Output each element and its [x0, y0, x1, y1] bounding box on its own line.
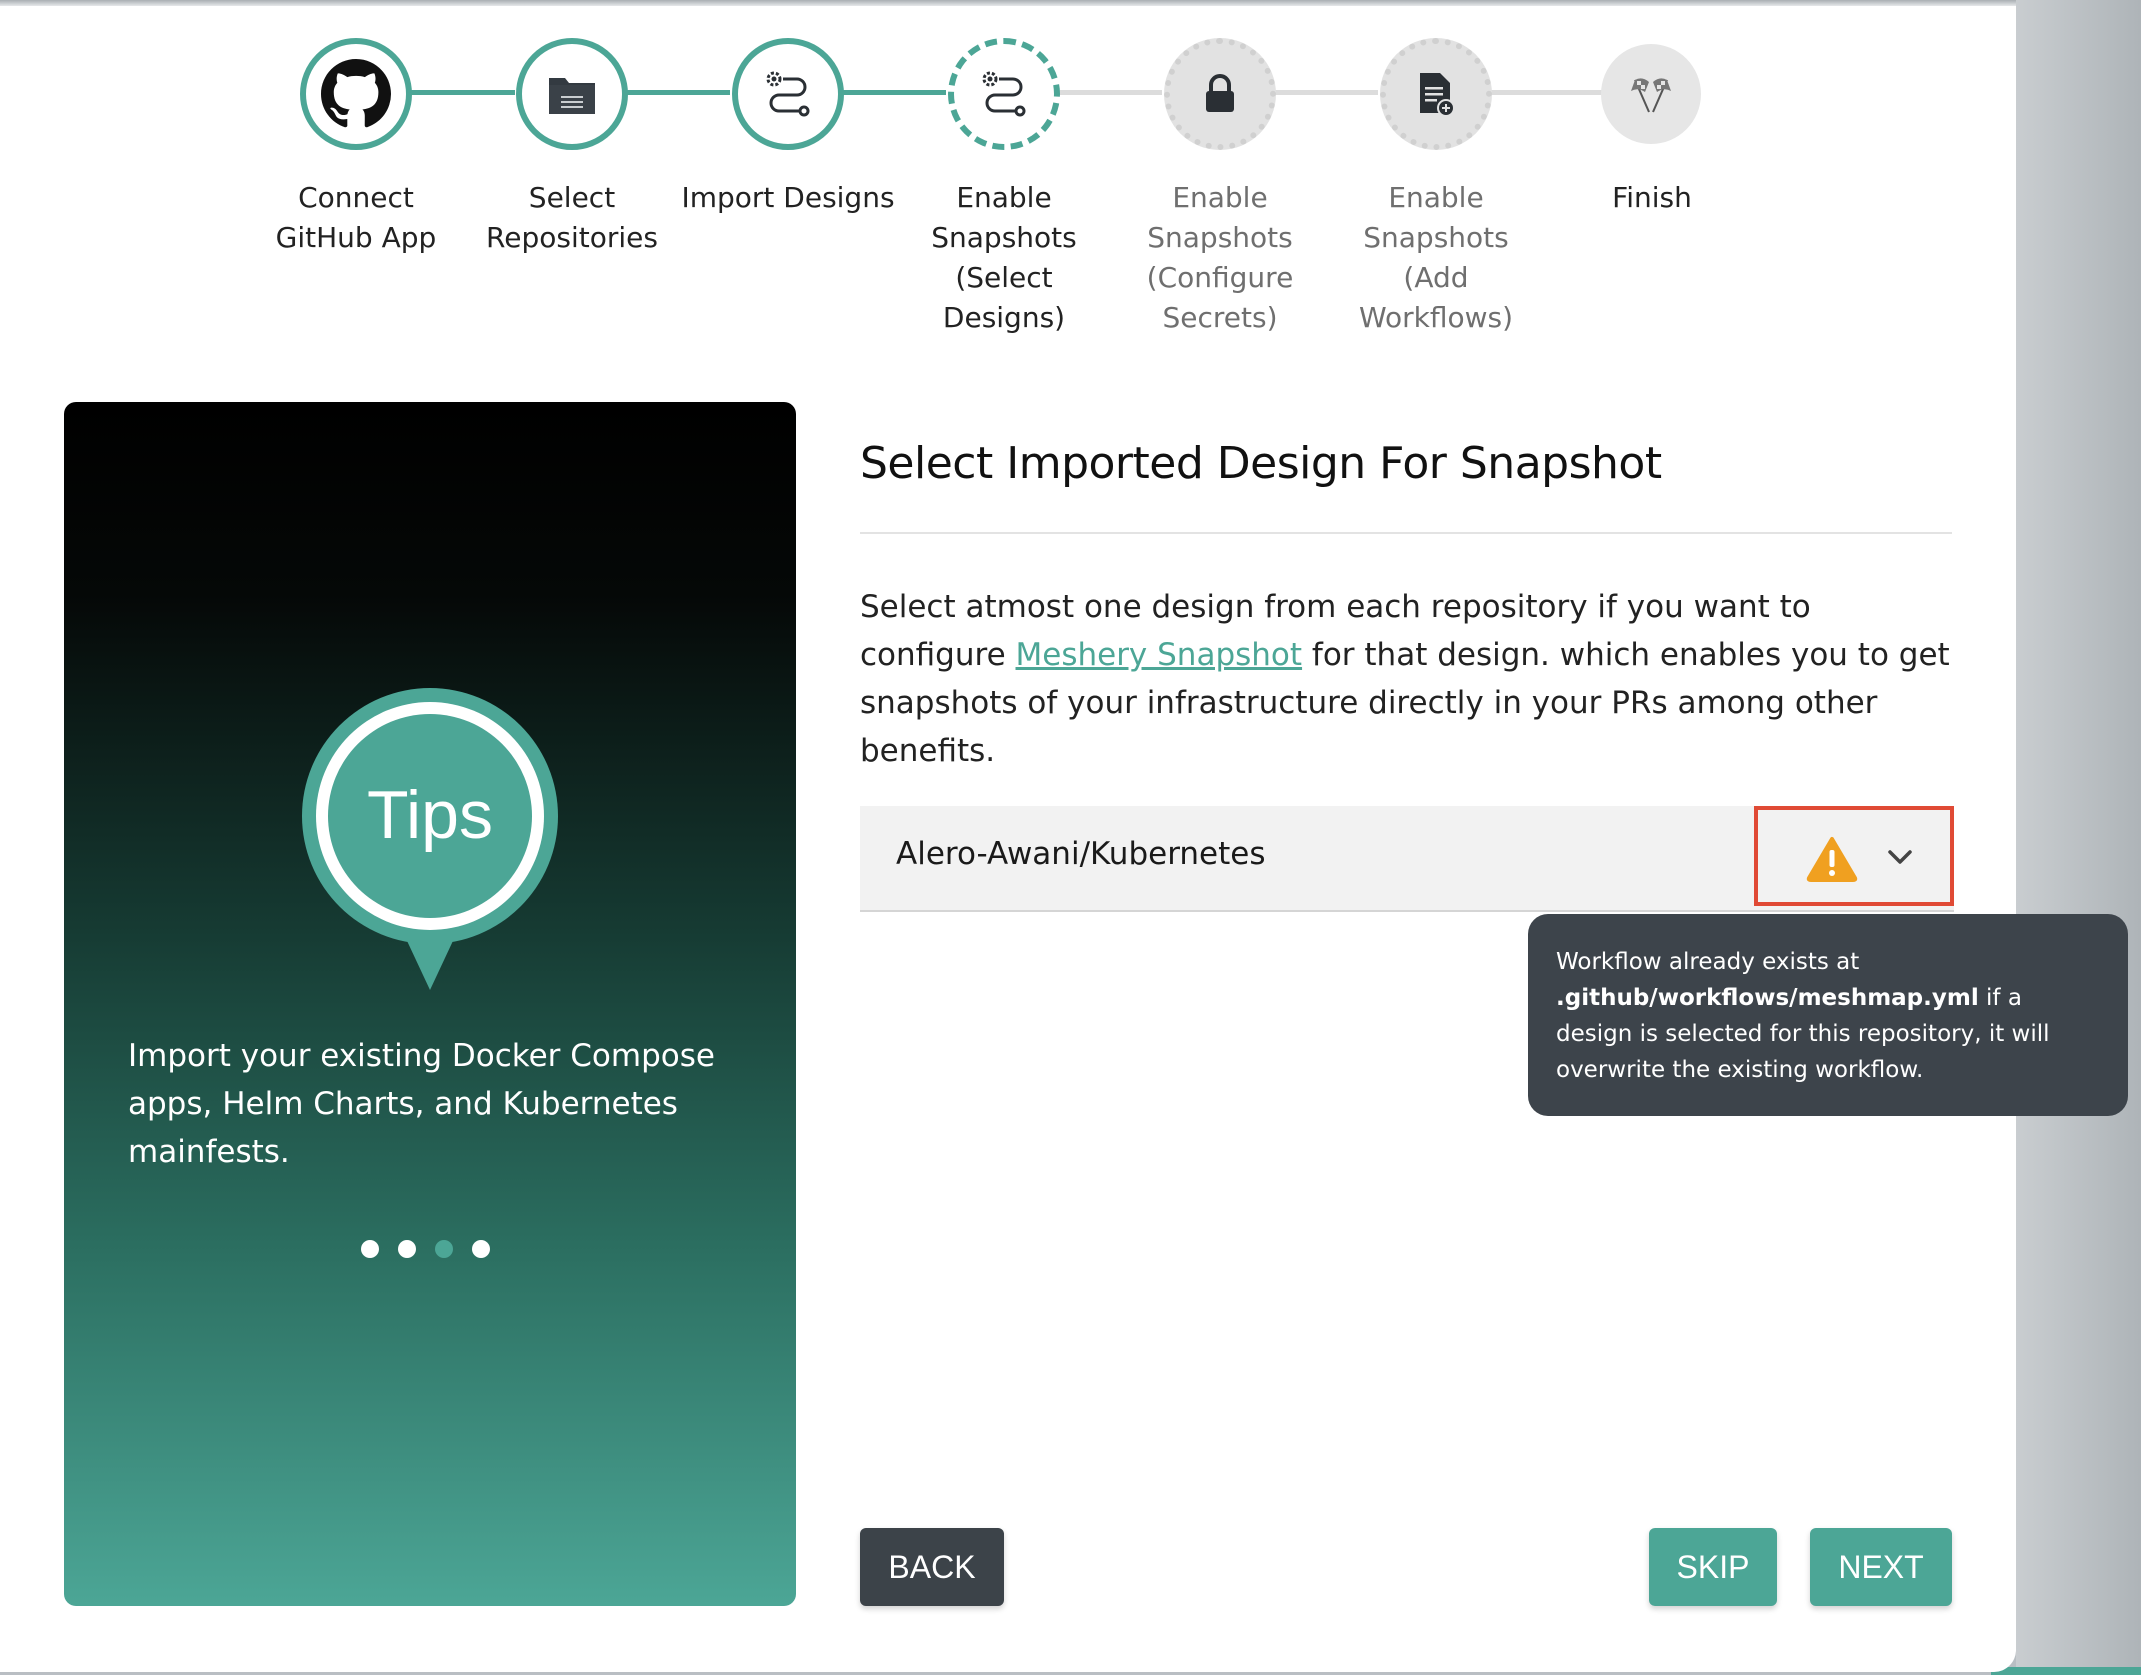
repository-design-select[interactable]: Alero-Awani/Kubernetes [860, 806, 1954, 912]
step-label-select-repositories: Select Repositories [486, 181, 658, 254]
pagination-dot-active[interactable] [435, 1240, 453, 1258]
description-text: Select atmost one design from each repos… [860, 583, 1952, 775]
pagination-dot[interactable] [398, 1240, 416, 1258]
backdrop [1991, 0, 2141, 1675]
tips-text: Import your existing Docker Compose apps… [128, 1038, 715, 1170]
step-label-add-workflows: Enable Snapshots (Add Workflows) [1358, 181, 1514, 334]
route-gear-icon [766, 71, 810, 117]
step-configure-secrets[interactable] [1164, 38, 1276, 150]
tips-pin-icon: Tips [302, 688, 558, 990]
step-label-connect-github: Connect GitHub App [275, 181, 437, 254]
tooltip-text-start: Workflow already exists at [1556, 949, 1860, 975]
title-divider [860, 532, 1952, 534]
step-finish[interactable] [1601, 44, 1701, 144]
document-add-icon [1420, 73, 1455, 117]
repository-name: Alero-Awani/Kubernetes [896, 836, 1266, 872]
tooltip-workflow-path: .github/workflows/meshmap.yml [1556, 985, 1979, 1011]
step-select-designs[interactable] [948, 38, 1060, 150]
checkered-flags-icon [1631, 78, 1671, 113]
step-connect-github[interactable] [300, 38, 412, 150]
tips-panel: Tips Import your existing Docker Compose… [64, 402, 796, 1606]
wizard-dialog: Connect GitHub App Select Repositories I… [0, 0, 2016, 1672]
lock-icon [1206, 74, 1234, 112]
next-button[interactable]: NEXT [1810, 1528, 1952, 1606]
wizard-stepper: Connect GitHub App Select Repositories I… [0, 0, 2016, 360]
skip-button[interactable]: SKIP [1649, 1528, 1777, 1606]
tips-badge-label: Tips [367, 777, 493, 853]
step-add-workflows[interactable] [1380, 38, 1492, 150]
backdrop-accent [1991, 1667, 2141, 1675]
step-label-configure-secrets: Enable Snapshots (Configure Secrets) [1146, 181, 1294, 334]
folder-icon [549, 78, 595, 114]
pagination-dot[interactable] [361, 1240, 379, 1258]
tips-pagination [361, 1240, 490, 1258]
meshery-snapshot-link[interactable]: Meshery Snapshot [1016, 637, 1303, 673]
chevron-down-icon[interactable] [1886, 846, 1914, 868]
warning-icon[interactable] [1806, 836, 1858, 882]
workflow-warning-tooltip: Workflow already exists at .github/workf… [1528, 914, 2128, 1116]
select-controls-highlight [1754, 806, 1954, 906]
step-label-finish: Finish [1612, 181, 1692, 214]
github-icon [321, 59, 391, 128]
step-select-repositories[interactable] [516, 38, 628, 150]
page-title: Select Imported Design For Snapshot [860, 438, 1662, 489]
back-button[interactable]: BACK [860, 1528, 1004, 1606]
step-label-select-designs: Enable Snapshots (Select Designs) [931, 181, 1077, 334]
route-gear-icon [982, 71, 1026, 117]
step-label-import-designs: Import Designs [681, 181, 895, 214]
pagination-dot[interactable] [472, 1240, 490, 1258]
step-import-designs[interactable] [732, 38, 844, 150]
